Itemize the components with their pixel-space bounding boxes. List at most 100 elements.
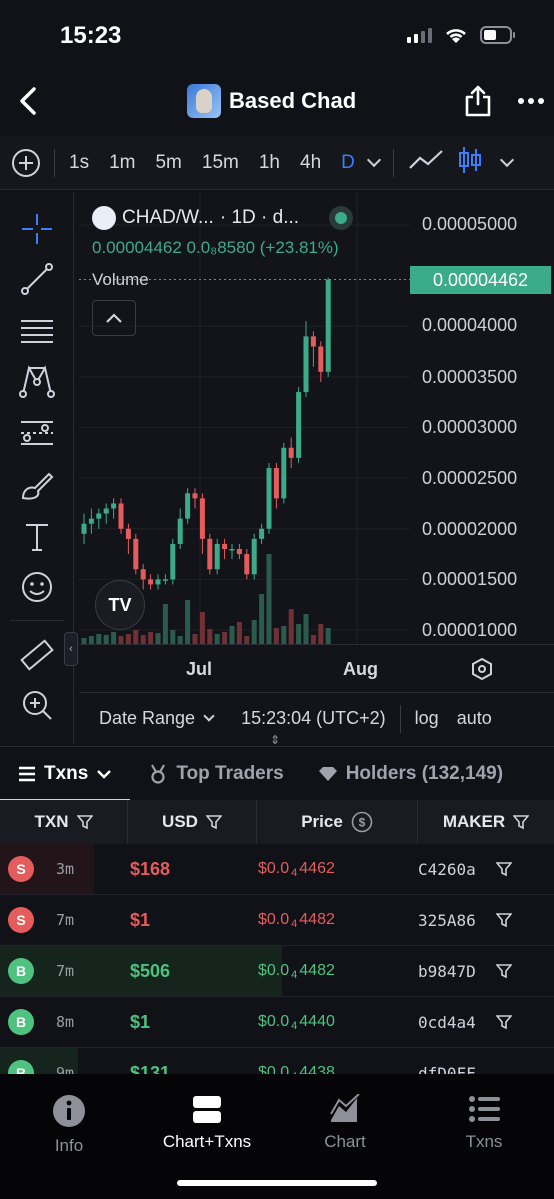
auto-scale-toggle[interactable]: auto (457, 708, 492, 729)
timeframe-4h[interactable]: 4h (300, 152, 321, 174)
filter-icon[interactable] (496, 912, 512, 928)
filter-icon[interactable] (496, 963, 512, 979)
column-price[interactable]: Price $ (257, 800, 418, 844)
forecast-tool[interactable] (18, 414, 56, 452)
x-tick: Jul (186, 659, 213, 679)
volume-bar (103, 635, 109, 644)
line-chart-icon (409, 150, 443, 169)
txn-maker[interactable]: 0cd4a4 (418, 1013, 476, 1032)
timeframe-15m[interactable]: 15m (202, 152, 239, 174)
nav-chart[interactable]: Chart (290, 1094, 400, 1152)
tab-holders[interactable]: Holders (132,149) (318, 763, 503, 785)
home-indicator (177, 1180, 377, 1186)
nav-txns[interactable]: Txns (429, 1094, 539, 1152)
y-tick: 0.00003500 (422, 367, 518, 387)
txn-maker[interactable]: 325A86 (418, 911, 476, 930)
chart-type-dropdown-icon[interactable] (499, 152, 514, 168)
add-indicator-button[interactable] (12, 148, 40, 177)
emoji-tool[interactable] (18, 568, 56, 606)
candle-body (229, 549, 235, 551)
chevron-down-icon (203, 710, 215, 722)
timeframe-dropdown-icon[interactable] (366, 152, 381, 168)
fib-tool[interactable] (18, 312, 56, 350)
candle-body (244, 554, 250, 575)
table-row[interactable]: S 7m $1 $0.0 4 4482 325A86 (0, 895, 554, 946)
candle-body (140, 569, 146, 580)
currency-toggle-icon[interactable]: $ (351, 811, 373, 833)
share-icon (465, 85, 491, 117)
price-axis[interactable]: 0.00005000 0.00004000 0.00003500 0.00003… (410, 192, 554, 644)
y-tick: 0.00004000 (422, 315, 518, 335)
zoom-in-icon (23, 691, 52, 720)
txn-maker[interactable]: b9847D (418, 962, 476, 981)
legend-collapse-button[interactable] (92, 300, 136, 336)
drawing-toolbar (0, 192, 74, 744)
chevron-up-icon (106, 313, 122, 323)
filter-icon[interactable] (496, 861, 512, 877)
candle-body (266, 468, 272, 529)
time-axis[interactable]: Jul Aug (79, 644, 554, 692)
trend-line-icon (21, 263, 53, 295)
volume-bar (318, 624, 324, 644)
filter-icon[interactable] (513, 814, 530, 830)
text-icon (26, 524, 48, 551)
timeframe-1h[interactable]: 1h (259, 152, 280, 174)
column-usd[interactable]: USD (128, 800, 257, 844)
nav-info[interactable]: Info (14, 1094, 124, 1156)
filter-icon[interactable] (496, 1014, 512, 1030)
txn-price: $0.0 4 4482 (258, 910, 335, 930)
candle-body (207, 538, 213, 570)
volume-bar (303, 614, 309, 644)
trend-line-tool[interactable] (18, 260, 56, 298)
crosshair-tool[interactable] (18, 210, 56, 248)
table-row[interactable]: B 9m $131 $0.044438 dfD0FF (0, 1048, 554, 1074)
candle-body (192, 493, 198, 499)
nav-chart-txns[interactable]: Chart+Txns (152, 1094, 262, 1152)
zoom-tool[interactable] (18, 686, 56, 724)
tab-txns[interactable]: Txns (18, 763, 112, 785)
txn-maker[interactable]: C4260a (418, 860, 476, 879)
table-row[interactable]: S 3m $168 $0.0 4 4462 C4260a (0, 844, 554, 895)
tradingview-logo[interactable]: TV (95, 580, 145, 630)
ruler-tool[interactable] (18, 636, 56, 674)
date-range-button[interactable]: Date Range (99, 708, 215, 729)
filter-icon[interactable] (205, 814, 222, 830)
volume-bar (118, 636, 124, 644)
chart-settings-button[interactable] (471, 657, 493, 686)
column-txn[interactable]: TXN (0, 800, 128, 844)
legend-symbol[interactable]: CHAD/W... (122, 207, 214, 229)
txns-table: S 3m $168 $0.0 4 4462 C4260a S 7m $1 $0.0 4… (0, 844, 554, 1074)
more-button[interactable] (518, 98, 544, 104)
area-chart-icon (330, 1094, 360, 1122)
volume-bar (125, 634, 131, 644)
toolbar-collapse-button[interactable]: ‹ (64, 632, 78, 666)
volume-bar (273, 628, 279, 644)
brush-icon (21, 472, 54, 500)
volume-bar (96, 634, 102, 644)
volume-bar (133, 630, 139, 644)
brush-tool[interactable] (18, 466, 56, 504)
pattern-tool[interactable] (18, 362, 56, 400)
table-row[interactable]: B 8m $1 $0.0 4 4440 0cd4a4 (0, 997, 554, 1048)
table-row[interactable]: B 7m $506 $0.0 4 4482 b9847D (0, 946, 554, 997)
tab-top-traders[interactable]: Top Traders (148, 763, 284, 785)
back-button[interactable] (16, 86, 42, 116)
text-tool[interactable] (18, 518, 56, 556)
share-button[interactable] (464, 84, 492, 123)
resize-handle-icon[interactable]: ⇕ (270, 733, 280, 747)
timeframe-5m[interactable]: 5m (155, 152, 181, 174)
timeframe-1m[interactable]: 1m (109, 152, 135, 174)
filter-icon[interactable] (76, 814, 93, 830)
list-icon (19, 766, 35, 781)
side-badge: S (8, 907, 34, 933)
txn-maker[interactable]: dfD0FF (418, 1064, 476, 1075)
timeframe-d[interactable]: D (341, 152, 355, 174)
column-maker[interactable]: MAKER (418, 800, 554, 844)
candle-body (88, 518, 94, 524)
log-scale-toggle[interactable]: log (415, 708, 439, 729)
line-chart-type-button[interactable] (408, 148, 444, 177)
timezone-display[interactable]: 15:23:04 (UTC+2) (241, 708, 386, 729)
side-badge: B (8, 958, 34, 984)
timeframe-1s[interactable]: 1s (69, 152, 89, 174)
candle-chart-type-button[interactable] (458, 145, 482, 180)
